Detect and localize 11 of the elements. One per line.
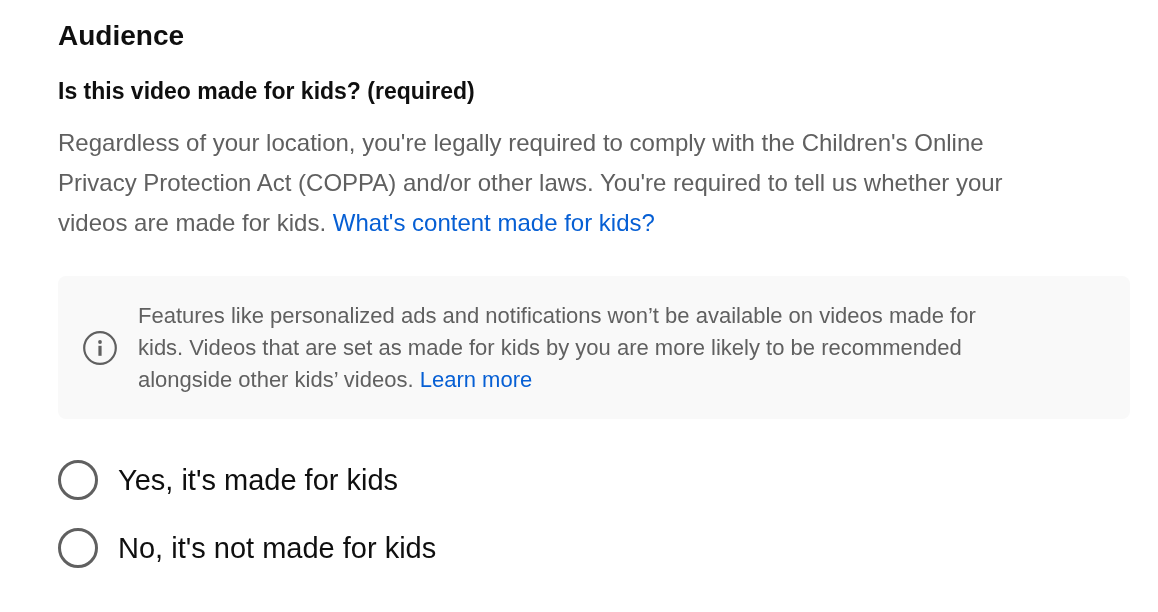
section-title: Audience <box>58 19 185 53</box>
radio-button[interactable] <box>58 460 98 500</box>
notice-text: Features like personalized ads and notifications won’t be available on videos made for kids. Videos that are set as made for kids by you are more likely to be recommended alongside other kids’ videos. Learn more <box>138 302 977 394</box>
radio-label[interactable]: Yes, it's made for kids <box>118 462 399 498</box>
learn-more-link[interactable]: Learn more <box>419 367 533 392</box>
radio-label[interactable]: No, it's not made for kids <box>118 530 437 566</box>
help-link[interactable]: What's content made for kids? <box>332 209 655 236</box>
radio-button[interactable] <box>58 528 98 568</box>
info-icon <box>83 331 117 365</box>
question-heading: Is this video made for kids? (required) <box>58 77 475 106</box>
description-text: Regardless of your location, you're legally required to comply with the Children's Online Privacy Protection Act (COPPA) and/or other laws. You're required to tell us whether your videos are made for kids. What's content made for kids? <box>58 128 1004 238</box>
